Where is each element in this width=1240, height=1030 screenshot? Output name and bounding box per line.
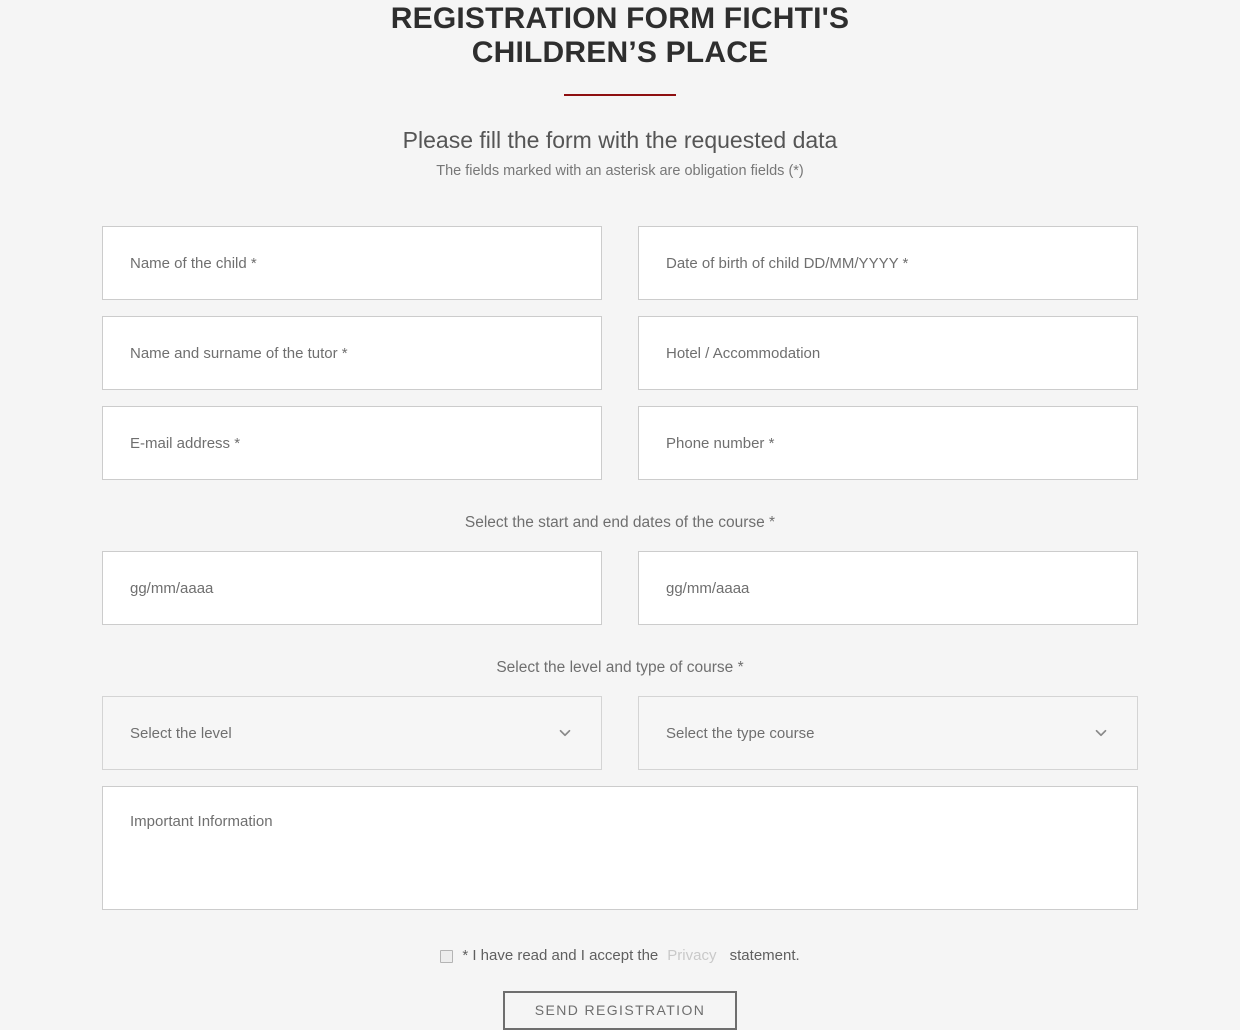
form-col-left-dates: gg/mm/aaaa [102,551,602,625]
important-information-placeholder: Important Information [130,813,273,830]
page-title: REGISTRATION FORM FICHTI'S CHILDREN’S PL… [390,2,850,69]
form-col-right-course: Select the type course [638,696,1138,770]
title-divider [564,94,676,96]
form-row-3: E-mail address * Phone number * [102,406,1138,480]
form-header: REGISTRATION FORM FICHTI'S CHILDREN’S PL… [0,0,1240,180]
form-col-left-course: Select the level [102,696,602,770]
registration-form: Name of the child * Date of birth of chi… [102,180,1138,1030]
privacy-consent-checkbox[interactable] [440,949,454,963]
form-col-right-dates: gg/mm/aaaa [638,551,1138,625]
privacy-consent-suffix: statement. [725,947,800,964]
child-dob-placeholder: Date of birth of child DD/MM/YYYY * [666,254,909,272]
important-information-textarea[interactable]: Important Information [102,786,1138,910]
required-fields-note: The fields marked with an asterisk are o… [436,163,804,179]
hotel-accommodation-placeholder: Hotel / Accommodation [666,344,821,362]
submit-row: SEND REGISTRATION [102,964,1138,1030]
child-name-placeholder: Name of the child * [130,254,257,272]
form-row-2: Name and surname of the tutor * Hotel / … [102,316,1138,390]
registration-page: REGISTRATION FORM FICHTI'S CHILDREN’S PL… [0,0,1240,1030]
form-col-right-2: Hotel / Accommodation [638,316,1138,390]
course-dates-label: Select the start and end dates of the co… [464,514,776,531]
child-name-input[interactable]: Name of the child * [102,226,602,300]
phone-field[interactable]: Phone number * [638,406,1138,480]
course-level-type-label: Select the level and type of course * [496,659,744,676]
course-level-select[interactable]: Select the level [102,696,602,770]
course-start-date-placeholder: gg/mm/aaaa [130,579,214,597]
course-start-date-input[interactable]: gg/mm/aaaa [102,551,602,625]
form-col-left-3: E-mail address * [102,406,602,480]
privacy-consent-prefix: * I have read and I accept the [462,947,659,964]
child-dob-input[interactable]: Date of birth of child DD/MM/YYYY * [638,226,1138,300]
tutor-name-placeholder: Name and surname of the tutor * [130,344,348,362]
course-level-placeholder: Select the level [130,724,232,742]
tutor-name-input[interactable]: Name and surname of the tutor * [102,316,602,390]
chevron-down-icon [1095,729,1107,737]
hotel-accommodation-input[interactable]: Hotel / Accommodation [638,316,1138,390]
privacy-consent-row: * I have read and I accept the Privacy st… [102,926,1138,964]
chevron-down-icon [559,729,571,737]
send-registration-button[interactable]: SEND REGISTRATION [502,991,738,1030]
form-row-course: Select the level Select the type course [102,696,1138,770]
form-subtitle: Please fill the form with the requested … [402,127,838,153]
form-row-notes: Important Information [102,786,1138,910]
email-placeholder: E-mail address * [130,434,241,452]
email-field[interactable]: E-mail address * [102,406,602,480]
course-end-date-placeholder: gg/mm/aaaa [666,579,750,597]
form-col-left-1: Name of the child * [102,226,602,300]
course-end-date-input[interactable]: gg/mm/aaaa [638,551,1138,625]
phone-placeholder: Phone number * [666,434,775,452]
course-type-select[interactable]: Select the type course [638,696,1138,770]
course-type-placeholder: Select the type course [666,724,815,742]
form-col-left-2: Name and surname of the tutor * [102,316,602,390]
form-row-1: Name of the child * Date of birth of chi… [102,226,1138,300]
form-row-dates: gg/mm/aaaa gg/mm/aaaa [102,551,1138,625]
form-col-right-1: Date of birth of child DD/MM/YYYY * [638,226,1138,300]
privacy-policy-link[interactable]: Privacy [667,947,716,964]
form-col-right-3: Phone number * [638,406,1138,480]
